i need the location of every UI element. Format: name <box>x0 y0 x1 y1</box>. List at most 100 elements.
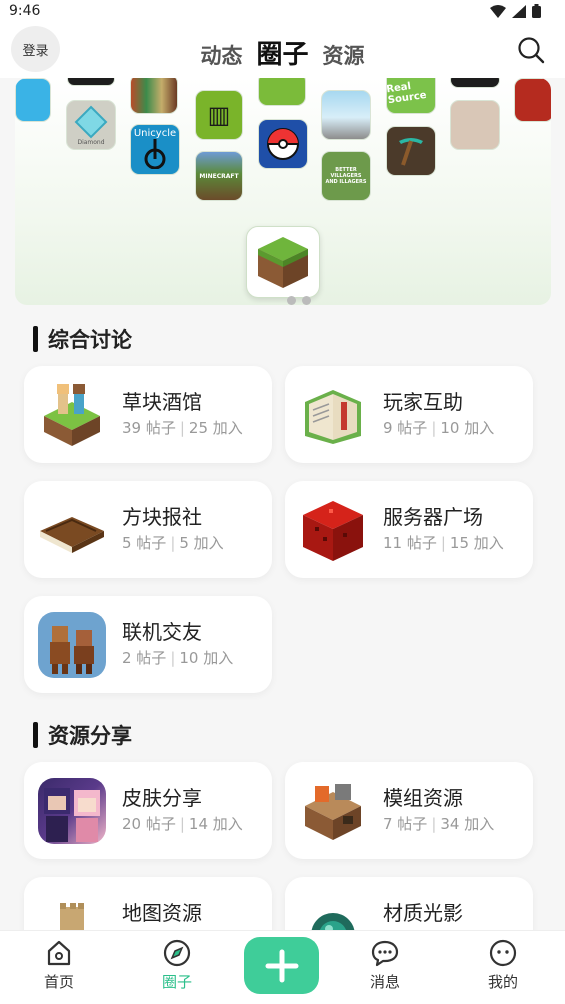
circle-thumb-grass-tavern <box>38 382 106 448</box>
pagination-dot[interactable] <box>302 296 311 305</box>
create-post-button[interactable] <box>244 937 319 994</box>
villagers-icon <box>50 626 94 674</box>
nav-messages-label: 消息 <box>369 973 400 991</box>
circle-meta: 7 帖子 | 34 加入 <box>383 813 494 834</box>
tab-resources[interactable]: 资源 <box>323 40 365 70</box>
section-title-resources: 资源分享 <box>33 720 132 750</box>
circle-joined: 10 加入 <box>440 419 495 437</box>
section-title-bar <box>33 722 38 748</box>
header-tabs: 动态 圈子 资源 <box>0 34 565 71</box>
banner-tile-diamond-label: Diamond <box>77 138 105 146</box>
section-title-text: 资源分享 <box>48 724 132 748</box>
banner-tile-dark-top <box>450 78 500 88</box>
banner-pagination <box>287 296 311 305</box>
book-icon <box>305 390 361 444</box>
circle-thumb-player-help <box>299 382 367 448</box>
section-title-text: 综合讨论 <box>48 328 132 352</box>
circle-name: 材质光影 <box>383 901 463 925</box>
nav-home[interactable]: 首页 <box>24 939 94 992</box>
meta-separator: | <box>179 815 185 833</box>
meta-separator: | <box>440 534 446 552</box>
meta-separator: | <box>170 649 176 667</box>
plus-icon <box>265 949 298 982</box>
nav-home-label: 首页 <box>43 973 74 991</box>
battery-icon <box>532 4 541 18</box>
circle-posts: 11 帖子 <box>383 534 437 552</box>
face-icon <box>489 939 517 967</box>
circle-thumb-mod-resources <box>299 778 367 844</box>
circle-card-skin-share[interactable]: 皮肤分享 20 帖子 | 14 加入 <box>24 762 272 859</box>
banner-main-grass-block[interactable] <box>246 226 320 298</box>
circle-name: 模组资源 <box>383 786 463 810</box>
status-time: 9:46 <box>9 3 41 19</box>
circle-card-block-news[interactable]: 方块报社 5 帖子 | 5 加入 <box>24 481 272 578</box>
banner-tile-ironman <box>514 78 551 122</box>
circle-card-multiplayer-friends[interactable]: 联机交友 2 帖子 | 10 加入 <box>24 596 272 693</box>
circle-name: 联机交友 <box>122 620 202 644</box>
circle-posts: 9 帖子 <box>383 419 428 437</box>
signal-icon <box>512 4 526 18</box>
status-bar: 9:46 <box>0 0 565 24</box>
tavern-block-icon <box>44 384 100 446</box>
banner-tile-minecraft: MINECRAFT <box>195 151 243 201</box>
banner-tile-green-top <box>258 78 306 106</box>
meta-separator: | <box>179 419 185 437</box>
circle-name: 草块酒馆 <box>122 390 202 414</box>
nav-circles[interactable]: 圈子 <box>142 939 212 992</box>
meta-separator: | <box>431 815 437 833</box>
circle-name: 地图资源 <box>122 901 202 925</box>
banner-tile-realsource-label: Real Source <box>386 81 428 107</box>
diamond-icon <box>74 105 108 138</box>
featured-banner[interactable]: Diamond Unicycle ▥ MINECRAFT BETTER VILL… <box>15 78 551 305</box>
section-title-bar <box>33 326 38 352</box>
tab-circles[interactable]: 圈子 <box>256 34 308 71</box>
crafting-block-icon <box>305 784 361 840</box>
tab-dynamic[interactable]: 动态 <box>200 40 242 70</box>
circle-card-grass-tavern[interactable]: 草块酒馆 39 帖子 | 25 加入 <box>24 366 272 463</box>
pokeball-icon <box>267 128 299 160</box>
banner-tile-vehicle <box>321 90 371 140</box>
banner-tile-diamond: Diamond <box>66 100 116 150</box>
newspaper-book-icon <box>40 517 104 553</box>
nav-circles-label: 圈子 <box>161 973 192 991</box>
circle-meta: 5 帖子 | 5 加入 <box>122 532 224 553</box>
skins-icon <box>44 788 100 842</box>
banner-tile-unicycle: Unicycle <box>130 124 180 175</box>
circle-thumb-multiplayer-friends <box>38 612 106 678</box>
meta-separator: | <box>431 419 437 437</box>
chat-bubble-icon <box>371 940 399 967</box>
circle-name: 方块报社 <box>122 505 202 529</box>
circle-joined: 14 加入 <box>188 815 243 833</box>
nav-profile[interactable]: 我的 <box>468 939 538 992</box>
banner-tile-pokeball <box>258 119 308 169</box>
search-icon[interactable] <box>517 36 545 64</box>
redstone-block-icon <box>303 501 363 561</box>
circle-posts: 39 帖子 <box>122 419 176 437</box>
banner-tile-blocks <box>130 78 178 114</box>
circle-joined: 25 加入 <box>188 419 243 437</box>
circle-meta: 39 帖子 | 25 加入 <box>122 417 243 438</box>
banner-tile-villagers-label: BETTER VILLAGERS AND ILLAGERS <box>325 167 367 185</box>
grass-block-icon <box>258 237 308 288</box>
circle-meta: 9 帖子 | 10 加入 <box>383 417 494 438</box>
circle-name: 皮肤分享 <box>122 786 202 810</box>
circle-thumb-skin-share <box>38 778 106 844</box>
circle-meta: 11 帖子 | 15 加入 <box>383 532 504 553</box>
circle-joined: 15 加入 <box>449 534 504 552</box>
banner-tile-dark <box>67 78 115 86</box>
nav-profile-label: 我的 <box>487 973 518 991</box>
circle-joined: 10 加入 <box>179 649 234 667</box>
unicycle-icon <box>144 139 166 169</box>
pagination-dot[interactable] <box>287 296 296 305</box>
banner-tile-character <box>450 100 500 150</box>
pickaxe-icon <box>399 138 423 166</box>
circle-card-mod-resources[interactable]: 模组资源 7 帖子 | 34 加入 <box>285 762 533 859</box>
nav-messages[interactable]: 消息 <box>350 939 420 992</box>
banner-tile-logo-ui: ▥ <box>195 90 243 140</box>
circle-card-server-square[interactable]: 服务器广场 11 帖子 | 15 加入 <box>285 481 533 578</box>
circle-posts: 20 帖子 <box>122 815 176 833</box>
circle-meta: 20 帖子 | 14 加入 <box>122 813 243 834</box>
circle-card-player-help[interactable]: 玩家互助 9 帖子 | 10 加入 <box>285 366 533 463</box>
circle-meta: 2 帖子 | 10 加入 <box>122 647 233 668</box>
circle-posts: 5 帖子 <box>122 534 167 552</box>
